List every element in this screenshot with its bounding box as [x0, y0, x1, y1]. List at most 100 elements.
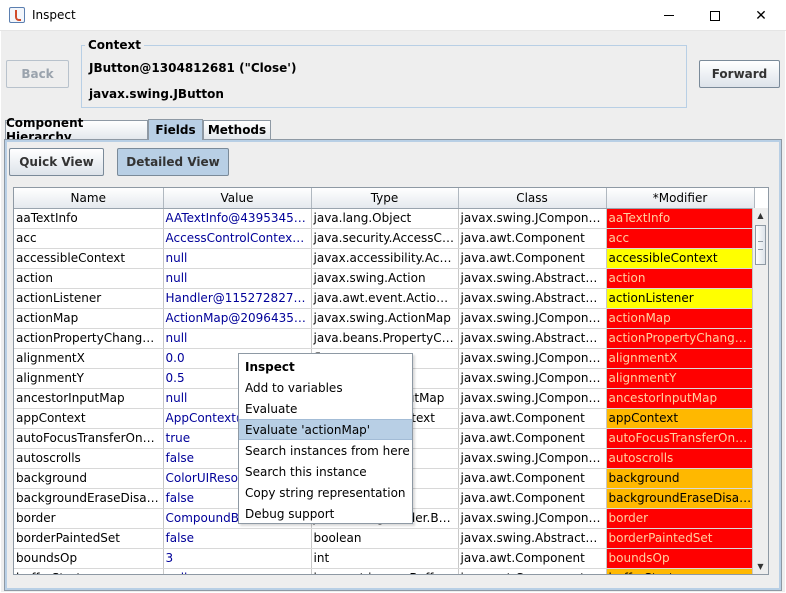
cell-modifier[interactable]: bufferStrategy	[606, 568, 755, 574]
cell-name[interactable]: action	[14, 268, 164, 289]
cell-class[interactable]: javax.swing.JComponent	[458, 348, 607, 369]
table-row[interactable]: acc AccessControlContext@... java.security…	[14, 228, 755, 249]
cell-name[interactable]: ancestorInputMap	[14, 388, 164, 409]
cell-class[interactable]: java.awt.Component	[458, 568, 607, 574]
cell-modifier[interactable]: action	[606, 268, 755, 289]
column-header-type[interactable]: Type	[311, 188, 459, 209]
cell-modifier[interactable]: acc	[606, 228, 755, 249]
scroll-thumb[interactable]	[755, 225, 766, 265]
cell-class[interactable]: javax.swing.JComponent	[458, 368, 607, 389]
cell-modifier[interactable]: autoFocusTransferOnDi...	[606, 428, 755, 449]
tab-fields[interactable]: Fields	[148, 119, 203, 140]
cell-value[interactable]: null	[163, 328, 312, 349]
cell-type[interactable]: java.security.AccessCon...	[311, 228, 459, 249]
column-header-modifier[interactable]: *Modifier	[606, 188, 755, 209]
column-header-value[interactable]: Value	[163, 188, 312, 209]
cell-type[interactable]: javax.swing.Action	[311, 268, 459, 289]
cell-class[interactable]: java.awt.Component	[458, 468, 607, 489]
table-row[interactable]: aaTextInfo AATextInfo@439534555 ... java.l…	[14, 208, 755, 229]
cell-type[interactable]: boolean	[311, 528, 459, 549]
cell-name[interactable]: alignmentY	[14, 368, 164, 389]
cell-name[interactable]: actionMap	[14, 308, 164, 329]
cell-modifier[interactable]: actionListener	[606, 288, 755, 309]
cell-value[interactable]: 3	[163, 548, 312, 569]
cell-class[interactable]: javax.swing.AbstractButton	[458, 328, 607, 349]
cell-value[interactable]: ActionMap@209643597 ...	[163, 308, 312, 329]
cell-name[interactable]: borderPaintedSet	[14, 528, 164, 549]
cell-modifier[interactable]: aaTextInfo	[606, 208, 755, 229]
cell-name[interactable]: border	[14, 508, 164, 529]
cell-modifier[interactable]: boundsOp	[606, 548, 755, 569]
cell-name[interactable]: autoscrolls	[14, 448, 164, 469]
cell-modifier[interactable]: alignmentX	[606, 348, 755, 369]
cell-name[interactable]: autoFocusTransferOnDi...	[14, 428, 164, 449]
cell-name[interactable]: accessibleContext	[14, 248, 164, 269]
cell-modifier[interactable]: actionMap	[606, 308, 755, 329]
cell-class[interactable]: javax.swing.JComponent	[458, 308, 607, 329]
cell-name[interactable]: background	[14, 468, 164, 489]
menu-item-search-this-instance[interactable]: Search this instance	[239, 461, 412, 482]
cell-name[interactable]: appContext	[14, 408, 164, 429]
cell-value[interactable]: Handler@1152728272 (...	[163, 288, 312, 309]
cell-class[interactable]: java.awt.Component	[458, 548, 607, 569]
table-row[interactable]: borderPaintedSet false boolean javax.swing.…	[14, 528, 755, 549]
cell-name[interactable]: alignmentX	[14, 348, 164, 369]
cell-class[interactable]: javax.swing.AbstractButton	[458, 528, 607, 549]
cell-class[interactable]: java.awt.Component	[458, 488, 607, 509]
cell-class[interactable]: java.awt.Component	[458, 428, 607, 449]
menu-item-add-to-variables[interactable]: Add to variables	[239, 377, 412, 398]
cell-modifier[interactable]: actionPropertyChangeLi...	[606, 328, 755, 349]
column-header-name[interactable]: Name	[14, 188, 164, 209]
cell-modifier[interactable]: appContext	[606, 408, 755, 429]
cell-name[interactable]: actionListener	[14, 288, 164, 309]
cell-class[interactable]: javax.swing.JComponent	[458, 388, 607, 409]
cell-class[interactable]: java.awt.Component	[458, 248, 607, 269]
quick-view-button[interactable]: Quick View	[9, 148, 104, 176]
cell-name[interactable]: boundsOp	[14, 548, 164, 569]
cell-value[interactable]: null	[163, 248, 312, 269]
tab-component-hierarchy[interactable]: Component Hierarchy	[5, 116, 148, 144]
cell-value[interactable]: null	[163, 268, 312, 289]
cell-class[interactable]: javax.swing.AbstractButton	[458, 268, 607, 289]
cell-type[interactable]: java.awt.event.ActionList...	[311, 288, 459, 309]
cell-class[interactable]: java.awt.Component	[458, 408, 607, 429]
cell-value[interactable]: AATextInfo@439534555 ...	[163, 208, 312, 229]
cell-value[interactable]: AccessControlContext@...	[163, 228, 312, 249]
cell-class[interactable]: javax.swing.JComponent	[458, 508, 607, 529]
cell-class[interactable]: javax.swing.AbstractButton	[458, 288, 607, 309]
cell-type[interactable]: javax.accessibility.Acces...	[311, 248, 459, 269]
cell-name[interactable]: bufferStrategy	[14, 568, 164, 574]
column-header-class[interactable]: Class	[458, 188, 607, 209]
cell-class[interactable]: javax.swing.JComponent	[458, 448, 607, 469]
menu-item-evaluate[interactable]: Evaluate	[239, 398, 412, 419]
cell-type[interactable]: int	[311, 548, 459, 569]
cell-modifier[interactable]: autoscrolls	[606, 448, 755, 469]
cell-class[interactable]: java.awt.Component	[458, 228, 607, 249]
table-row[interactable]: actionPropertyChangeLi... null java.beans.…	[14, 328, 755, 349]
table-row[interactable]: accessibleContext null javax.accessibility…	[14, 248, 755, 269]
table-row[interactable]: actionMap ActionMap@209643597 ... javax.sw…	[14, 308, 755, 329]
cell-modifier[interactable]: ancestorInputMap	[606, 388, 755, 409]
cell-type[interactable]: javax.swing.ActionMap	[311, 308, 459, 329]
table-row[interactable]: actionListener Handler@1152728272 (... jav…	[14, 288, 755, 309]
cell-modifier[interactable]: accessibleContext	[606, 248, 755, 269]
cell-value[interactable]: null	[163, 568, 312, 574]
back-button[interactable]: Back	[6, 60, 69, 88]
cell-modifier[interactable]: borderPaintedSet	[606, 528, 755, 549]
forward-button[interactable]: Forward	[699, 60, 780, 88]
cell-name[interactable]: actionPropertyChangeLi...	[14, 328, 164, 349]
minimize-button[interactable]	[646, 0, 692, 31]
cell-type[interactable]: java.awt.image.BufferStr...	[311, 568, 459, 574]
cell-modifier[interactable]: alignmentY	[606, 368, 755, 389]
scroll-up-icon[interactable]: ▲	[753, 208, 768, 223]
scroll-down-icon[interactable]: ▼	[753, 559, 768, 574]
cell-name[interactable]: aaTextInfo	[14, 208, 164, 229]
vertical-scrollbar[interactable]: ▲ ▼	[752, 208, 768, 574]
table-row[interactable]: bufferStrategynulljava.awt.image.BufferS…	[14, 568, 755, 574]
menu-item-copy-string-representation[interactable]: Copy string representation	[239, 482, 412, 503]
menu-item-evaluate-actionmap[interactable]: Evaluate 'actionMap'	[239, 419, 412, 440]
menu-item-inspect[interactable]: Inspect	[239, 356, 412, 377]
cell-type[interactable]: java.lang.Object	[311, 208, 459, 229]
cell-modifier[interactable]: background	[606, 468, 755, 489]
cell-class[interactable]: javax.swing.JComponent	[458, 208, 607, 229]
